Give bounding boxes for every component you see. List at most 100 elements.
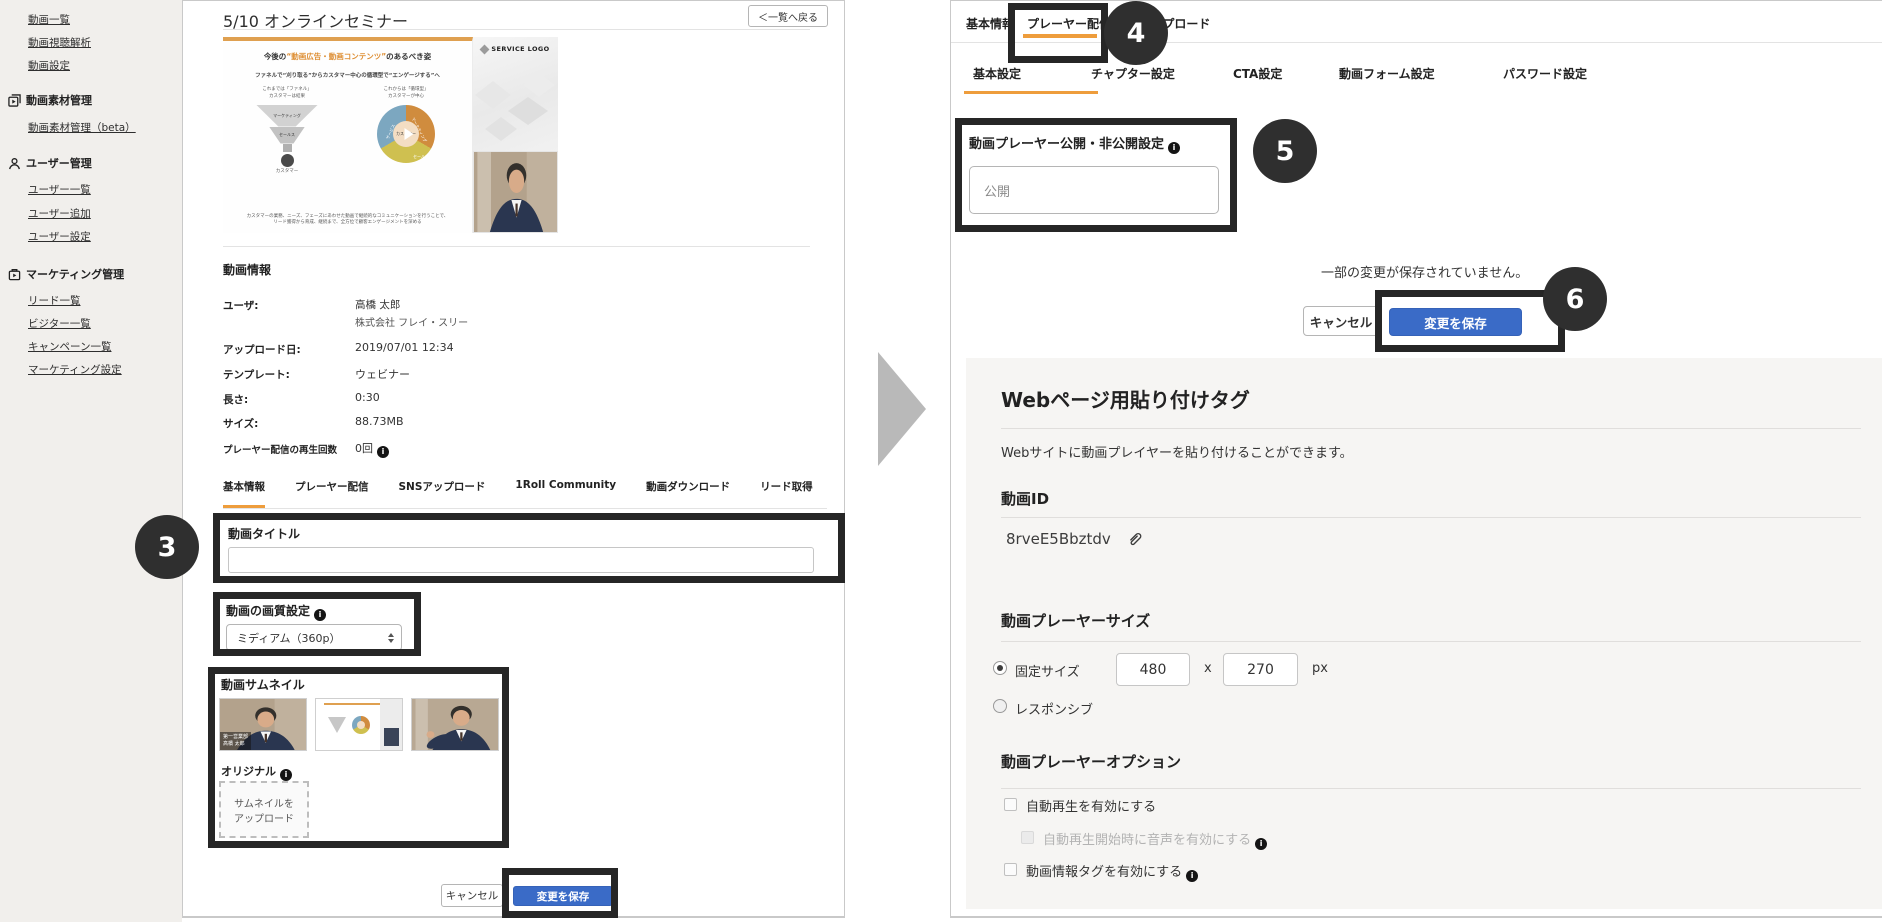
sidebar-item-video-assets-beta[interactable]: 動画素材管理（beta）: [28, 120, 136, 135]
player-settings-panel: 基本情報 プレーヤー配信 SNSアップロード 基本設定 チャプター設定 CTA設…: [950, 0, 1882, 918]
sidebar-section-label: 動画素材管理: [26, 92, 92, 108]
video-preview[interactable]: 今後の“動画広告・動画コンテンツ”のあるべき姿 ファネルで“刈り取る”からカスタ…: [223, 37, 559, 233]
sidebar-item-user-settings[interactable]: ユーザー設定: [28, 229, 91, 244]
fixed-size-radio[interactable]: [993, 661, 1007, 675]
tab-player-distribution[interactable]: プレーヤー配信: [295, 479, 369, 508]
sidebar-item-user-list[interactable]: ユーザー一覧: [28, 182, 91, 197]
play-icon[interactable]: [404, 128, 413, 140]
info-tag-checkbox[interactable]: [1004, 863, 1017, 876]
video-library-icon: [8, 94, 21, 107]
sidebar-item-video-settings[interactable]: 動画設定: [28, 58, 70, 73]
thumbnail-option-1[interactable]: 第一営業部 高橋 太郎: [219, 698, 307, 751]
subtab-cta-settings[interactable]: CTA設定: [1233, 65, 1282, 91]
screenshot-canvas: 動画一覧 動画視聴解析 動画設定 動画素材管理 動画素材管理（beta） ユーザ…: [0, 0, 1882, 922]
info-icon[interactable]: [1186, 870, 1198, 882]
main-tab-divider: [951, 42, 1882, 43]
player-size-label: 動画プレーヤーサイズ: [1001, 610, 1150, 631]
autoplay-sound-label: 自動再生開始時に音声を有効にする: [1043, 829, 1267, 850]
autoplay-sound-checkbox[interactable]: [1021, 831, 1034, 844]
video-title-input[interactable]: [228, 547, 814, 573]
flow-arrow-icon: [878, 352, 926, 466]
section-divider: [1001, 428, 1861, 429]
sidebar-section-marketing: マーケティング管理: [8, 266, 124, 282]
info-value-company: 株式会社 フレイ・スリー: [355, 314, 468, 329]
detail-tab-bar: 基本情報 プレーヤー配信 SNSアップロード 1Roll Community 動…: [223, 479, 827, 509]
subtab-basic-settings[interactable]: 基本設定: [973, 65, 1021, 91]
save-changes-button[interactable]: 変更を保存: [513, 886, 613, 906]
user-icon: [8, 157, 21, 170]
tab-basic-info[interactable]: 基本情報: [223, 479, 265, 508]
tab-basic-info[interactable]: 基本情報: [966, 15, 1014, 41]
info-label: プレーヤー配信の再生回数: [223, 442, 337, 456]
back-to-list-button[interactable]: ＜一覧へ戻る: [748, 5, 828, 27]
responsive-radio[interactable]: [993, 699, 1007, 713]
sidebar-item-campaign-list[interactable]: キャンペーン一覧: [28, 339, 111, 354]
player-height-input[interactable]: [1223, 653, 1298, 686]
step-badge-6: 6: [1543, 267, 1607, 331]
section-divider: [1001, 641, 1861, 642]
info-icon[interactable]: [377, 446, 389, 458]
tab-sns-upload[interactable]: SNSアップロード: [399, 479, 486, 508]
info-icon[interactable]: [1168, 142, 1180, 154]
info-value-user-name: 高橋 太郎: [355, 297, 400, 312]
section-divider: [1001, 517, 1861, 518]
cancel-button[interactable]: キャンセル: [441, 884, 503, 907]
autoplay-label: 自動再生を有効にする: [1026, 796, 1156, 815]
sidebar-item-video-analytics[interactable]: 動画視聴解析: [28, 35, 91, 50]
sidebar-item-user-add[interactable]: ユーザー追加: [28, 206, 91, 221]
tab-1roll-community[interactable]: 1Roll Community: [515, 479, 616, 508]
subtab-chapter-settings[interactable]: チャプター設定: [1091, 65, 1175, 91]
visibility-label: 動画プレーヤー公開・非公開設定: [969, 133, 1180, 154]
player-width-input[interactable]: [1116, 653, 1190, 686]
video-id-value: 8rveE5Bbztdv: [1006, 530, 1111, 548]
sidebar-section-video-assets: 動画素材管理: [8, 92, 92, 108]
funnel-diagram: これまでは「ファネル」 カスタマーは結果 マーケティング セールス カスタマー: [237, 87, 337, 175]
cycle-diagram: これからは「循環型」 カスタマーが中心 サービス マーケティング セールス カス…: [351, 87, 461, 163]
slide-frame: 今後の“動画広告・動画コンテンツ”のあるべき姿 ファネルで“刈り取る”からカスタ…: [223, 37, 473, 233]
active-subtab-underline: [964, 91, 1098, 94]
player-options-label: 動画プレーヤーオプション: [1001, 751, 1181, 772]
info-icon[interactable]: [1255, 838, 1267, 850]
sidebar-item-video-list[interactable]: 動画一覧: [28, 12, 70, 27]
info-label: ユーザ:: [223, 298, 259, 313]
save-changes-button[interactable]: 変更を保存: [1389, 308, 1522, 336]
quality-select[interactable]: ミディアム（360p）: [226, 624, 402, 651]
marketing-icon: [8, 268, 21, 281]
paperclip-icon[interactable]: [1127, 531, 1144, 548]
info-value-size: 88.73MB: [355, 415, 404, 428]
thumbnail-upload-button[interactable]: サムネイルを アップロード: [219, 781, 309, 838]
tab-video-download[interactable]: 動画ダウンロード: [646, 479, 730, 508]
video-info-heading: 動画情報: [223, 261, 271, 278]
fixed-size-label: 固定サイズ: [1015, 661, 1080, 680]
thumbnail-option-3[interactable]: [411, 698, 499, 751]
sidebar: 動画一覧 動画視聴解析 動画設定 動画素材管理 動画素材管理（beta） ユーザ…: [0, 0, 182, 922]
info-icon[interactable]: [280, 769, 292, 781]
embed-tag-section: Webページ用貼り付けタグ Webサイトに動画プレイヤーを貼り付けることができま…: [966, 358, 1882, 909]
presenter-photo: [473, 151, 558, 233]
step-badge-5: 5: [1253, 119, 1317, 183]
info-icon[interactable]: [314, 609, 326, 621]
thumbnail-label: 動画サムネイル: [221, 676, 305, 693]
sidebar-item-marketing-settings[interactable]: マーケティング設定: [28, 362, 122, 377]
sidebar-section-user-management: ユーザー管理: [8, 155, 92, 171]
info-value-template: ウェビナー: [355, 366, 410, 382]
service-logo-panel: SERVICE LOGO: [473, 37, 558, 151]
thumbnail-name-overlay: 第一営業部 高橋 太郎: [220, 732, 251, 750]
info-value-upload-date: 2019/07/01 12:34: [355, 341, 454, 354]
thumbnail-section: 動画サムネイル 第一営業部 高橋 太郎: [209, 668, 509, 849]
thumbnail-option-2[interactable]: [315, 698, 403, 751]
subtab-video-form-settings[interactable]: 動画フォーム設定: [1339, 65, 1435, 91]
info-label: 長さ:: [223, 392, 248, 407]
logo-pattern: [473, 71, 558, 151]
subtab-password-settings[interactable]: パスワード設定: [1503, 65, 1587, 91]
sidebar-item-visitor-list[interactable]: ビジター一覧: [28, 316, 91, 331]
cancel-button[interactable]: キャンセル: [1303, 306, 1379, 336]
autoplay-checkbox[interactable]: [1004, 798, 1017, 811]
sidebar-item-lead-list[interactable]: リード一覧: [28, 293, 81, 308]
visibility-select[interactable]: 公開: [969, 166, 1219, 214]
times-label: x: [1204, 661, 1212, 676]
slide-title: 今後の“動画広告・動画コンテンツ”のあるべき姿: [223, 51, 472, 62]
video-id-row: 8rveE5Bbztdv: [1006, 530, 1144, 548]
tab-lead-capture[interactable]: リード取得: [760, 479, 813, 508]
info-value-duration: 0:30: [355, 391, 380, 404]
